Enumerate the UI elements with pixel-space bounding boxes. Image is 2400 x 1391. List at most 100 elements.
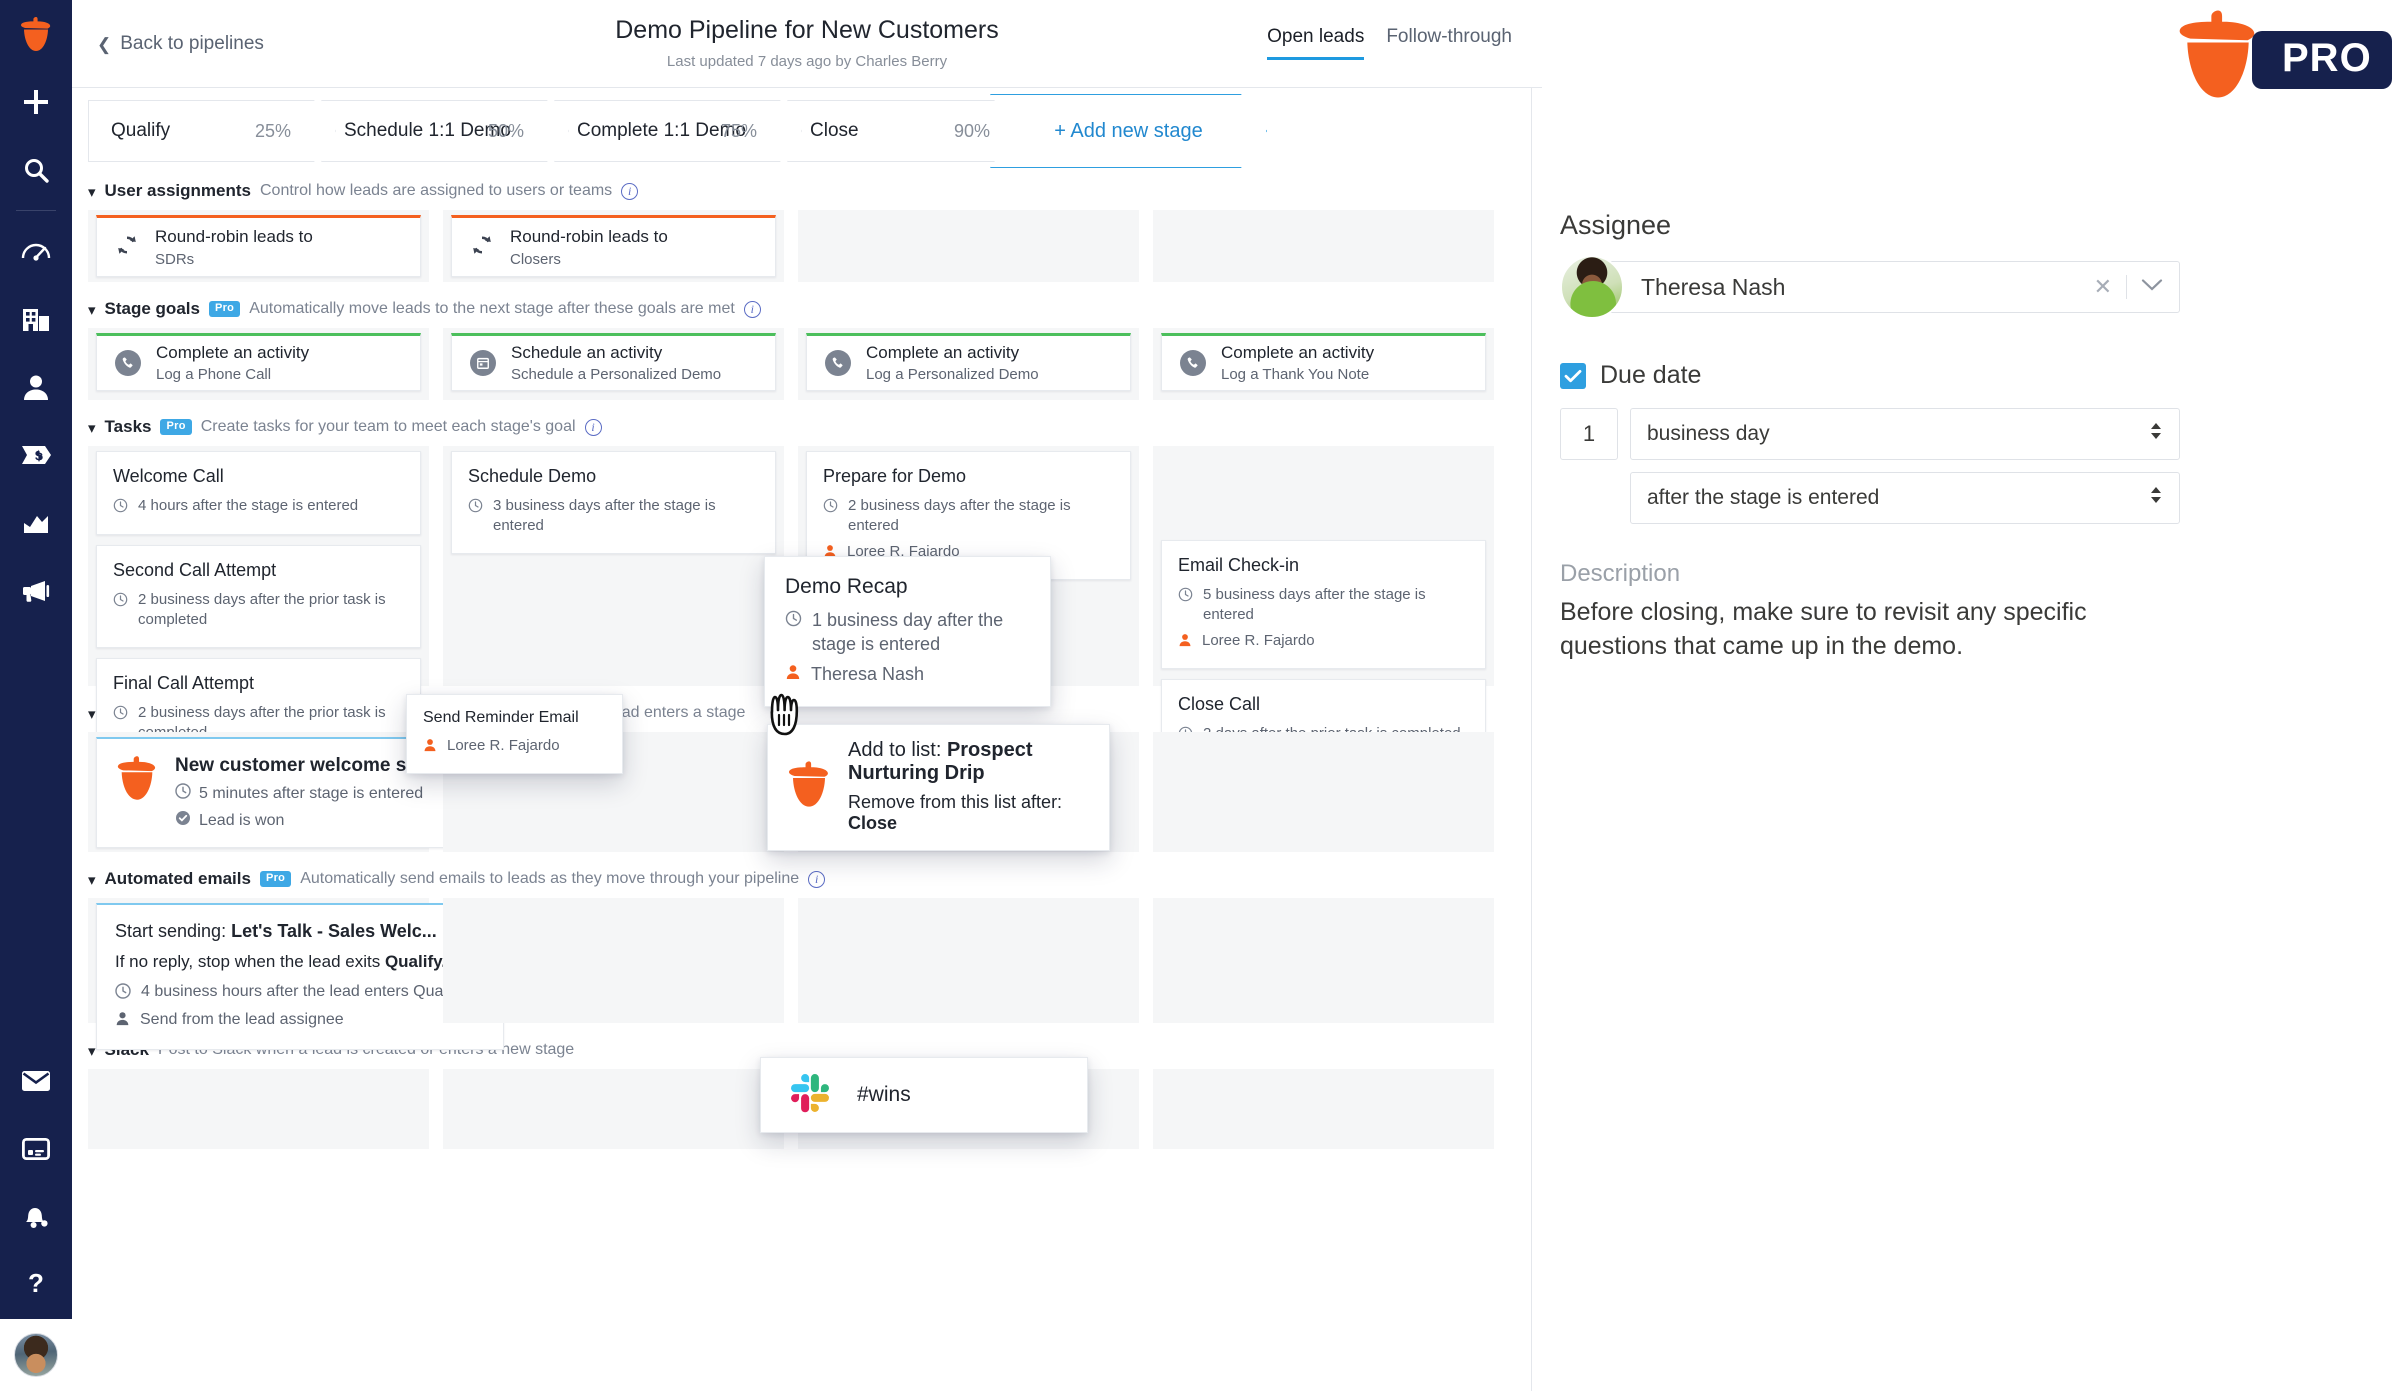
- description-value[interactable]: Before closing, make sure to revisit any…: [1560, 596, 2180, 664]
- chevron-down-icon[interactable]: ▾: [88, 1044, 96, 1059]
- task-card[interactable]: Welcome Call 4 hours after the stage is …: [96, 451, 421, 535]
- drip-list-prefix: Add to list:: [848, 739, 947, 761]
- assignment-card[interactable]: Round-robin leads to SDRs: [96, 215, 421, 277]
- stage-goal-card[interactable]: Schedule an activity Schedule a Personal…: [451, 333, 776, 391]
- column-complete-demo[interactable]: [798, 898, 1139, 1023]
- tasks-board-icon[interactable]: [0, 1115, 72, 1183]
- clock-icon: [823, 498, 838, 518]
- section-description: Automatically move leads to the next sta…: [249, 300, 735, 317]
- task-timing: 4 hours after the stage is entered: [113, 496, 404, 518]
- chevron-down-icon[interactable]: [2141, 278, 2163, 297]
- dragged-task-card[interactable]: Send Reminder Email Loree R. Fajardo: [406, 694, 623, 774]
- due-date-checkbox[interactable]: [1560, 362, 1586, 389]
- task-assignee: Loree R. Fajardo: [423, 736, 606, 757]
- goal-subtitle: Log a Phone Call: [156, 366, 272, 383]
- info-icon[interactable]: i: [808, 870, 826, 888]
- notifications-bell-icon[interactable]: [0, 1183, 72, 1251]
- chevron-down-icon[interactable]: ▾: [88, 707, 96, 722]
- task-card[interactable]: Second Call Attempt 2 business days afte…: [96, 545, 421, 648]
- help-question-icon[interactable]: ?: [0, 1251, 72, 1319]
- tab-follow-through[interactable]: Follow-through: [1386, 26, 1512, 60]
- info-icon[interactable]: i: [584, 418, 602, 436]
- acorn-logo-icon: [115, 755, 159, 806]
- tab-open-leads[interactable]: Open leads: [1267, 26, 1365, 60]
- due-date-toggle-row[interactable]: Due date: [1560, 361, 2180, 390]
- person-contact-icon[interactable]: [0, 353, 72, 421]
- stage-schedule-demo[interactable]: Schedule 1:1 Demo 50%: [321, 100, 569, 162]
- chevron-down-icon[interactable]: ▾: [88, 185, 96, 200]
- clear-icon[interactable]: ✕: [2094, 274, 2112, 300]
- email-start-prefix: Start sending:: [115, 921, 232, 941]
- search-icon[interactable]: [0, 136, 72, 204]
- column-close[interactable]: [1153, 210, 1494, 282]
- task-card[interactable]: Email Check-in 5 business days after the…: [1161, 540, 1486, 669]
- svg-text:?: ?: [28, 1271, 44, 1298]
- column-close: Complete an activity Log a Thank You Not…: [1153, 328, 1494, 400]
- chevron-down-icon[interactable]: ▾: [88, 421, 96, 436]
- section-header-user-assignments[interactable]: ▾ User assignments Control how leads are…: [88, 178, 1531, 204]
- info-icon[interactable]: i: [743, 300, 761, 318]
- slack-row: #wins: [88, 1057, 1531, 1149]
- stage-complete-demo[interactable]: Complete 1:1 Demo 75%: [554, 100, 802, 162]
- back-to-pipelines-label: Back to pipelines: [120, 33, 264, 54]
- column-schedule-demo[interactable]: [443, 1069, 784, 1149]
- due-date-unit-select[interactable]: business day: [1630, 408, 2180, 460]
- dashboard-gauge-icon[interactable]: [0, 217, 72, 285]
- chevron-down-icon[interactable]: ▾: [88, 303, 96, 318]
- phone-icon: [1180, 350, 1206, 376]
- campaign-megaphone-icon[interactable]: [0, 557, 72, 625]
- floating-task-card-demo-recap[interactable]: Demo Recap 1 business day after the stag…: [764, 556, 1051, 707]
- reports-chart-icon[interactable]: [0, 489, 72, 557]
- add-new-stage-button[interactable]: + Add new stage: [990, 94, 1267, 168]
- column-qualify[interactable]: [88, 1069, 429, 1149]
- stage-goal-card[interactable]: Complete an activity Log a Phone Call: [96, 333, 421, 391]
- acorn-logo-icon[interactable]: [0, 0, 72, 68]
- chevron-down-icon[interactable]: ▾: [88, 873, 96, 888]
- back-to-pipelines-link[interactable]: ❮ Back to pipelines: [97, 33, 264, 55]
- task-timing: 3 business days after the stage is enter…: [468, 496, 759, 537]
- floating-drip-list-card[interactable]: Add to list: Prospect Nurturing Drip Rem…: [767, 724, 1110, 851]
- assignment-card[interactable]: Round-robin leads to Closers: [451, 215, 776, 277]
- panel-divider: [1531, 88, 1532, 1391]
- task-timing: 2 business days after the stage is enter…: [823, 496, 1114, 537]
- column-close[interactable]: [1153, 1069, 1494, 1149]
- column-schedule-demo[interactable]: [443, 898, 784, 1023]
- plus-icon[interactable]: [0, 68, 72, 136]
- column-close[interactable]: [1153, 898, 1494, 1023]
- round-robin-icon: [470, 233, 494, 262]
- info-icon[interactable]: i: [621, 182, 639, 200]
- floating-slack-card[interactable]: #wins: [760, 1057, 1088, 1133]
- task-title: Second Call Attempt: [113, 560, 277, 580]
- task-card[interactable]: Schedule Demo 3 business days after the …: [451, 451, 776, 554]
- stage-close[interactable]: Close 90%: [787, 100, 1035, 162]
- due-date-unit-value: business day: [1647, 422, 1770, 445]
- stage-qualify[interactable]: Qualify 25%: [88, 100, 336, 162]
- due-date-number-input[interactable]: 1: [1560, 408, 1618, 460]
- chevron-left-icon: ❮: [97, 34, 112, 54]
- stage-goal-card[interactable]: Complete an activity Log a Personalized …: [806, 333, 1131, 391]
- due-date-trigger-select[interactable]: after the stage is entered: [1630, 472, 2180, 524]
- section-header-automated-emails[interactable]: ▾ Automated emails Pro Automatically sen…: [88, 866, 1531, 892]
- assignee-select[interactable]: Theresa Nash ✕: [1606, 261, 2180, 313]
- column-complete-demo[interactable]: [798, 210, 1139, 282]
- section-header-tasks[interactable]: ▾ Tasks Pro Create tasks for your team t…: [88, 414, 1531, 440]
- stage-name: Schedule 1:1 Demo: [344, 120, 511, 141]
- user-avatar[interactable]: [0, 1319, 72, 1391]
- spinner-arrows-icon: [2149, 485, 2163, 511]
- stage-goal-card[interactable]: Complete an activity Log a Thank You Not…: [1161, 333, 1486, 391]
- goal-title: Complete an activity: [156, 343, 310, 362]
- task-assignee-name: Loree R. Fajardo: [447, 737, 560, 754]
- column-close[interactable]: [1153, 732, 1494, 852]
- email-envelope-icon[interactable]: [0, 1047, 72, 1115]
- task-title: Prepare for Demo: [823, 466, 967, 486]
- clock-icon: [175, 783, 191, 804]
- tasks-row: Welcome Call 4 hours after the stage is …: [88, 446, 1531, 774]
- task-title: Close Call: [1178, 693, 1261, 714]
- assignee-value: Theresa Nash: [1641, 273, 1786, 300]
- email-stop-line: If no reply, stop when the lead exits Qu…: [115, 952, 485, 972]
- round-robin-icon: [115, 233, 139, 262]
- section-header-stage-goals[interactable]: ▾ Stage goals Pro Automatically move lea…: [88, 296, 1531, 322]
- deal-tag-icon[interactable]: [0, 421, 72, 489]
- company-building-icon[interactable]: [0, 285, 72, 353]
- pro-badge: Pro: [208, 301, 241, 317]
